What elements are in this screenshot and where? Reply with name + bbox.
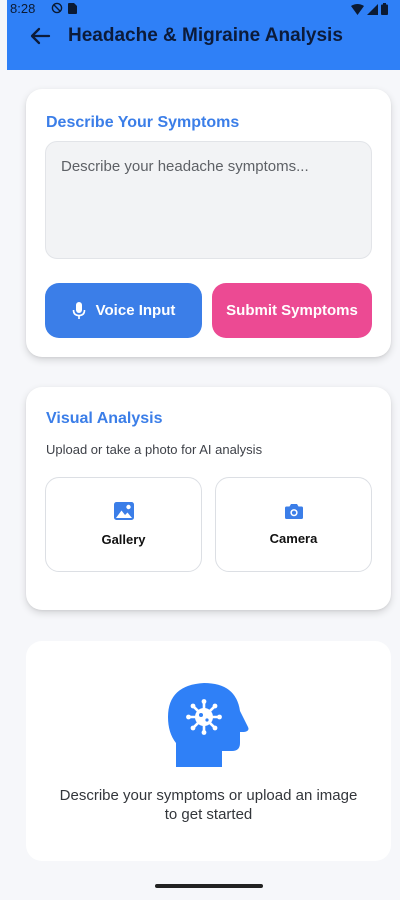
dnd-icon	[51, 2, 63, 14]
head-virus-icon	[168, 683, 249, 767]
camera-icon	[284, 503, 303, 519]
status-time: 8:28	[10, 1, 36, 16]
page-title: Headache & Migraine Analysis	[68, 25, 343, 46]
home-indicator[interactable]	[155, 884, 263, 888]
empty-state-card: Describe your symptoms or upload an imag…	[26, 641, 391, 861]
symptoms-card: Describe Your Symptoms Voice Input Submi…	[26, 89, 391, 357]
visual-analysis-title: Visual Analysis	[46, 410, 163, 427]
battery-icon	[381, 3, 388, 15]
image-icon	[113, 502, 134, 520]
voice-input-label: Voice Input	[95, 302, 176, 319]
voice-input-button[interactable]: Voice Input	[45, 283, 202, 338]
arrow-left-icon	[30, 27, 51, 45]
gallery-button[interactable]: Gallery	[45, 477, 202, 572]
submit-symptoms-label: Submit Symptoms	[226, 302, 358, 319]
submit-symptoms-button[interactable]: Submit Symptoms	[212, 283, 372, 338]
camera-button[interactable]: Camera	[215, 477, 372, 572]
wifi-icon	[351, 3, 364, 15]
app-bar: 8:28 Headache & Migraine Analysis	[7, 0, 400, 70]
camera-label: Camera	[269, 530, 318, 546]
visual-analysis-subtitle: Upload or take a photo for AI analysis	[46, 442, 263, 457]
sim-card-icon	[68, 2, 77, 14]
symptoms-input[interactable]	[45, 141, 372, 259]
empty-state-message: Describe your symptoms or upload an imag…	[59, 787, 358, 823]
signal-icon	[367, 3, 378, 15]
visual-analysis-card: Visual Analysis Upload or take a photo f…	[26, 387, 391, 610]
symptoms-card-title: Describe Your Symptoms	[46, 114, 240, 131]
back-button[interactable]	[26, 22, 54, 50]
gallery-label: Gallery	[101, 532, 146, 547]
microphone-icon	[72, 301, 85, 319]
app-screen: 8:28 Headache & Migraine Analysis Descri…	[0, 0, 400, 900]
